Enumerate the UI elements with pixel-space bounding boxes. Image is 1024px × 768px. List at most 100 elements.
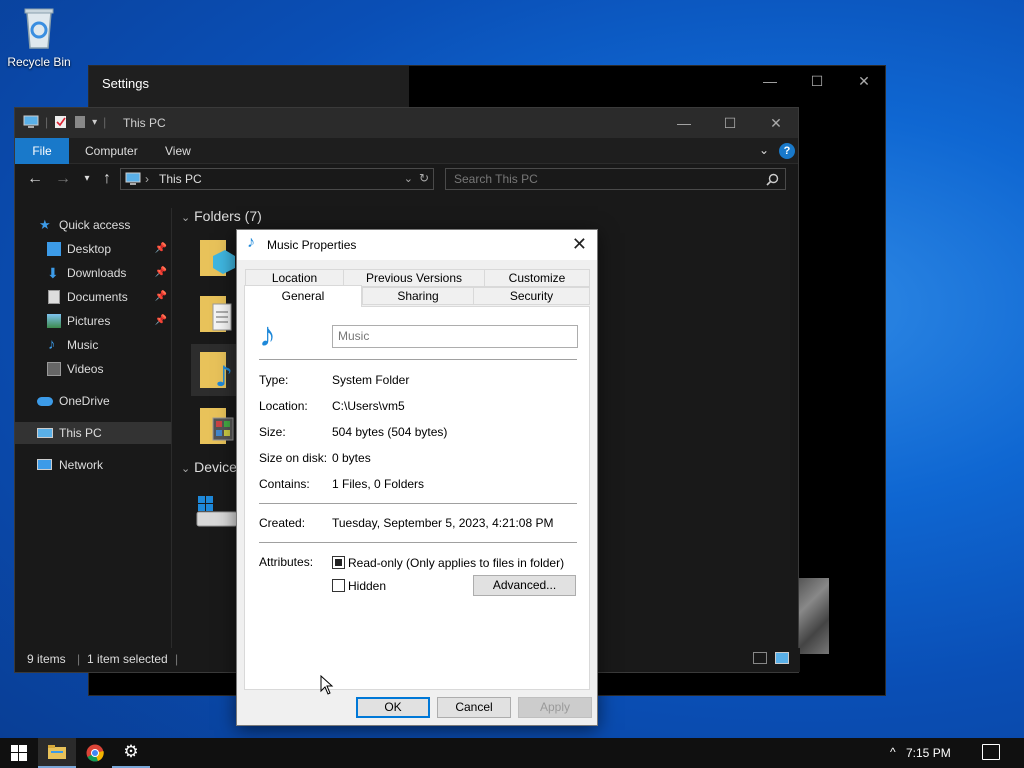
location-value: C:\Users\vm5 bbox=[332, 399, 405, 413]
music-folder-large-icon: ♪ bbox=[259, 316, 276, 354]
status-item-count: 9 items bbox=[27, 652, 66, 666]
settings-thumbnail-image bbox=[799, 578, 829, 654]
tab-customize[interactable]: Customize bbox=[484, 269, 590, 287]
created-label: Created: bbox=[259, 516, 306, 530]
recycle-bin-label: Recycle Bin bbox=[7, 55, 71, 69]
folder-name-field[interactable]: Music bbox=[332, 325, 578, 348]
ribbon-tab-file[interactable]: File bbox=[15, 138, 69, 164]
pin-icon[interactable]: 📌 bbox=[155, 238, 167, 260]
start-button[interactable] bbox=[0, 738, 38, 768]
nav-this-pc[interactable]: This PC bbox=[15, 422, 171, 444]
help-icon[interactable]: ? bbox=[779, 143, 795, 159]
folder-music-selected[interactable]: ♪ bbox=[191, 344, 241, 396]
tab-security[interactable]: Security bbox=[473, 287, 590, 305]
attributes-label: Attributes: bbox=[259, 555, 314, 569]
nav-onedrive-label: OneDrive bbox=[59, 394, 110, 408]
type-value: System Folder bbox=[332, 373, 410, 387]
refresh-icon[interactable]: ↻ bbox=[419, 171, 429, 185]
settings-maximize-button[interactable]: ☐ bbox=[794, 66, 840, 96]
nav-documents-label: Documents bbox=[67, 290, 128, 304]
explorer-minimize-button[interactable]: — bbox=[661, 108, 707, 138]
new-folder-icon[interactable] bbox=[74, 115, 86, 129]
taskbar-clock[interactable]: 7:15 PM bbox=[906, 746, 951, 760]
dialog-close-button[interactable]: ✕ bbox=[572, 234, 587, 255]
tab-previous-versions[interactable]: Previous Versions bbox=[343, 269, 485, 287]
pin-icon[interactable]: 📌 bbox=[155, 262, 167, 284]
windows-logo-icon bbox=[11, 745, 27, 761]
hidden-checkbox[interactable] bbox=[332, 579, 345, 592]
apply-button[interactable]: Apply bbox=[518, 697, 592, 718]
nav-network[interactable]: Network bbox=[15, 454, 171, 476]
nav-music[interactable]: ♪ Music bbox=[15, 334, 171, 356]
chrome-icon bbox=[86, 744, 104, 762]
large-icons-view-icon[interactable] bbox=[775, 652, 789, 664]
properties-icon[interactable] bbox=[54, 115, 68, 129]
nav-onedrive[interactable]: OneDrive bbox=[15, 390, 171, 412]
readonly-checkbox[interactable] bbox=[332, 556, 345, 569]
pictures-icon bbox=[47, 314, 61, 328]
collapse-chevron-icon[interactable]: ⌄ bbox=[181, 212, 190, 224]
settings-close-button[interactable]: ✕ bbox=[841, 66, 887, 96]
taskbar-settings[interactable]: ⚙ bbox=[112, 738, 150, 768]
nav-desktop-label: Desktop bbox=[67, 242, 112, 256]
music-properties-dialog[interactable]: ♪ Music Properties ✕ Location Previous V… bbox=[236, 229, 598, 726]
nav-desktop[interactable]: Desktop 📌 bbox=[15, 238, 171, 260]
recent-locations-chevron-icon[interactable]: ▾ bbox=[77, 173, 97, 184]
ok-button[interactable]: OK bbox=[356, 697, 430, 718]
folder-videos[interactable] bbox=[199, 404, 235, 446]
nav-this-pc-label: This PC bbox=[59, 426, 102, 440]
address-dropdown-icon[interactable]: ⌄ bbox=[404, 172, 413, 185]
search-box[interactable]: Search This PC bbox=[445, 168, 786, 190]
notification-center-icon[interactable] bbox=[982, 744, 1000, 760]
nav-documents[interactable]: Documents 📌 bbox=[15, 286, 171, 308]
address-bar[interactable]: › This PC ⌄ ↻ bbox=[120, 168, 434, 190]
ribbon-tab-view[interactable]: View bbox=[153, 138, 203, 164]
collapse-chevron-icon[interactable]: ⌄ bbox=[181, 463, 190, 475]
nav-downloads[interactable]: ⬇ Downloads 📌 bbox=[15, 262, 171, 284]
pin-icon[interactable]: 📌 bbox=[155, 286, 167, 308]
customize-quick-access-icon[interactable]: ▾ bbox=[92, 117, 97, 128]
explorer-titlebar[interactable]: | ▾ | This PC — ☐ ✕ bbox=[15, 108, 798, 138]
details-view-icon[interactable] bbox=[753, 652, 767, 664]
status-selected-count: 1 item selected bbox=[87, 652, 168, 666]
contains-value: 1 Files, 0 Folders bbox=[332, 477, 425, 491]
forward-arrow-icon[interactable]: → bbox=[53, 170, 73, 188]
size-on-disk-value: 0 bytes bbox=[332, 451, 371, 465]
ribbon-expand-chevron-icon[interactable]: ⌄ bbox=[759, 143, 769, 157]
music-folder-icon: ♪ bbox=[200, 352, 233, 390]
mouse-cursor-icon bbox=[320, 675, 334, 695]
folder-documents[interactable] bbox=[199, 292, 235, 334]
cancel-button[interactable]: Cancel bbox=[437, 697, 511, 718]
nav-network-label: Network bbox=[59, 458, 104, 472]
pin-icon[interactable]: 📌 bbox=[155, 310, 167, 332]
folders-group-header[interactable]: ⌄ Folders (7) bbox=[181, 208, 262, 224]
videos-icon bbox=[47, 362, 61, 376]
this-pc-icon bbox=[125, 172, 141, 185]
back-arrow-icon[interactable]: ← bbox=[25, 170, 45, 188]
dialog-titlebar[interactable]: ♪ Music Properties ✕ bbox=[237, 230, 597, 260]
taskbar-file-explorer[interactable] bbox=[38, 738, 76, 768]
documents-folder-icon bbox=[200, 296, 232, 332]
recycle-bin-desktop-icon[interactable]: Recycle Bin bbox=[4, 6, 74, 69]
ribbon-tab-computer[interactable]: Computer bbox=[73, 138, 150, 164]
nav-videos[interactable]: Videos bbox=[15, 358, 171, 380]
up-arrow-icon[interactable]: ↑ bbox=[97, 170, 117, 188]
nav-quick-access[interactable]: ★ Quick access bbox=[15, 214, 171, 236]
folder-3d-objects[interactable] bbox=[199, 236, 235, 278]
devices-group-header[interactable]: ⌄ Device bbox=[181, 459, 237, 475]
explorer-close-button[interactable]: ✕ bbox=[753, 108, 799, 138]
advanced-button[interactable]: Advanced... bbox=[473, 575, 576, 596]
ribbon-tabs: File Computer View ⌄ ? bbox=[15, 138, 798, 164]
nav-pictures[interactable]: Pictures 📌 bbox=[15, 310, 171, 332]
settings-minimize-button[interactable]: — bbox=[747, 66, 793, 96]
type-label: Type: bbox=[259, 373, 289, 387]
recycle-bin-icon bbox=[24, 8, 54, 49]
tray-chevron-icon[interactable]: ^ bbox=[890, 745, 896, 759]
explorer-maximize-button[interactable]: ☐ bbox=[707, 108, 753, 138]
local-disk-drive[interactable] bbox=[195, 494, 239, 530]
tab-sharing[interactable]: Sharing bbox=[362, 287, 474, 305]
settings-titlebar[interactable]: Settings — ☐ ✕ bbox=[89, 66, 885, 108]
taskbar-chrome[interactable] bbox=[76, 738, 114, 768]
separator bbox=[259, 503, 577, 504]
tab-general[interactable]: General bbox=[244, 285, 362, 307]
